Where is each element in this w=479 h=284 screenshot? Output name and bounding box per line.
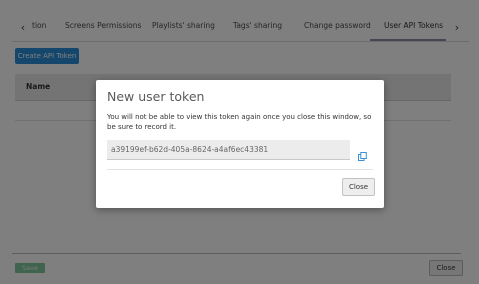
dialog-close-button[interactable]: Close xyxy=(342,178,375,196)
dialog-message: You will not be able to view this token … xyxy=(107,113,372,131)
new-token-dialog: New user token You will not be able to v… xyxy=(96,80,384,208)
dialog-divider xyxy=(107,169,373,170)
copy-icon[interactable] xyxy=(358,146,367,161)
dialog-title: New user token xyxy=(107,89,205,104)
token-field[interactable]: a39199ef-b62d-405a-8624-a4af6ec43381 xyxy=(107,140,350,160)
